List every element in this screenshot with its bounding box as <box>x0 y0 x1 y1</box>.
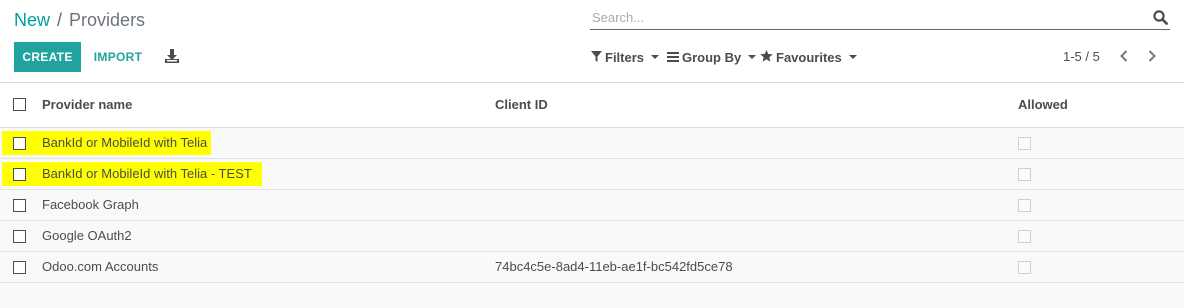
breadcrumb-parent[interactable]: New <box>14 10 50 30</box>
allowed-checkbox <box>1018 230 1031 243</box>
allowed-checkbox <box>1018 199 1031 212</box>
list-icon <box>667 50 682 65</box>
search-bar <box>590 7 1170 30</box>
filters-label: Filters <box>605 49 645 65</box>
chevron-left-icon <box>1120 49 1128 65</box>
select-all-checkbox[interactable] <box>13 98 26 111</box>
group-by-dropdown[interactable]: Group By <box>667 48 757 66</box>
breadcrumb: New / Providers <box>14 8 145 32</box>
search-icon[interactable] <box>1153 10 1168 28</box>
column-header-provider-name[interactable]: Provider name <box>42 97 132 112</box>
favourites-dropdown[interactable]: Favourites <box>760 48 857 66</box>
pager-next-button[interactable] <box>1141 46 1163 68</box>
download-icon <box>165 48 179 66</box>
column-header-allowed[interactable]: Allowed <box>1018 97 1068 112</box>
breadcrumb-current: Providers <box>69 10 146 30</box>
caret-down-icon <box>848 55 857 59</box>
control-panel: New / Providers CREATE IMPORT Filters Grou… <box>0 0 1184 83</box>
chevron-right-icon <box>1148 49 1156 65</box>
provider-name-cell: Facebook Graph <box>42 197 139 212</box>
import-button[interactable]: IMPORT <box>86 42 150 72</box>
caret-down-icon <box>748 55 757 59</box>
allowed-checkbox <box>1018 168 1031 181</box>
table-row[interactable]: Facebook Graph <box>0 190 1184 221</box>
provider-name-cell: BankId or MobileId with Telia <box>42 135 208 150</box>
caret-down-icon <box>651 55 660 59</box>
allowed-checkbox <box>1018 261 1031 274</box>
table-header: Provider name Client ID Allowed <box>0 83 1184 128</box>
search-input[interactable] <box>590 7 1134 27</box>
table-row[interactable]: Google OAuth2 <box>0 221 1184 252</box>
table-row[interactable]: Odoo.com Accounts 74bc4c5e-8ad4-11eb-ae1… <box>0 252 1184 283</box>
provider-name-cell: BankId or MobileId with Telia - TEST <box>42 166 252 181</box>
row-checkbox[interactable] <box>13 230 26 243</box>
row-checkbox[interactable] <box>13 199 26 212</box>
row-checkbox[interactable] <box>13 137 26 150</box>
breadcrumb-separator: / <box>57 10 63 30</box>
provider-name-cell: Google OAuth2 <box>42 228 132 243</box>
allowed-checkbox <box>1018 137 1031 150</box>
filter-icon <box>591 50 605 65</box>
column-header-client-id[interactable]: Client ID <box>495 97 548 112</box>
pager-previous-button[interactable] <box>1113 46 1135 68</box>
table-row[interactable]: BankId or MobileId with Telia - TEST <box>0 159 1184 190</box>
group-by-label: Group By <box>682 49 742 65</box>
row-checkbox[interactable] <box>13 261 26 274</box>
client-id-cell: 74bc4c5e-8ad4-11eb-ae1f-bc542fd5ce78 <box>495 259 733 274</box>
provider-name-cell: Odoo.com Accounts <box>42 259 159 274</box>
pager-value[interactable]: 1-5 / 5 <box>1063 49 1100 64</box>
row-checkbox[interactable] <box>13 168 26 181</box>
providers-table: Provider name Client ID Allowed BankId o… <box>0 83 1184 283</box>
download-button[interactable] <box>160 46 184 68</box>
table-row[interactable]: BankId or MobileId with Telia <box>0 128 1184 159</box>
star-icon <box>760 49 776 65</box>
create-button[interactable]: CREATE <box>14 42 81 72</box>
favourites-label: Favourites <box>776 49 842 65</box>
filters-dropdown[interactable]: Filters <box>591 48 660 66</box>
